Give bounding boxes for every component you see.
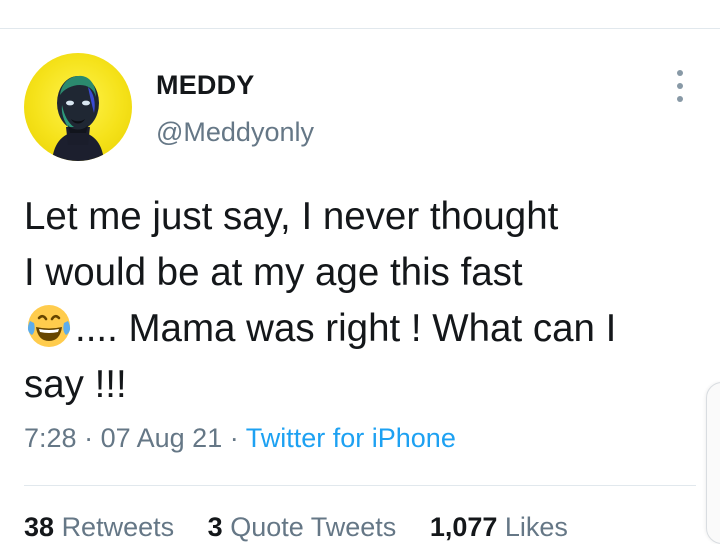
likes-count: 1,077 — [429, 512, 498, 542]
tweet-time: 7:28 — [24, 423, 77, 453]
more-dot — [677, 70, 683, 76]
tweet-source-link[interactable]: Twitter for iPhone — [246, 423, 456, 453]
retweets-count: 38 — [24, 512, 55, 542]
meta-separator: · — [229, 423, 239, 453]
more-dot — [677, 83, 683, 89]
tweet-text-line: I would be at my age this fast — [24, 251, 523, 294]
more-options-icon[interactable] — [670, 70, 690, 102]
tweet-text-line: Let me just say, I never thought — [24, 195, 559, 238]
tweet-meta: 7:28 · 07 Aug 21 · Twitter for iPhone — [24, 423, 456, 454]
tweet-text-line: say !!! — [24, 363, 127, 406]
tweet-text: Let me just say, I never thought I would… — [24, 189, 704, 413]
meta-divider — [24, 485, 696, 486]
retweets-stat[interactable]: 38 Retweets — [24, 512, 174, 542]
tweet-stats: 38 Retweets 3 Quote Tweets 1,077 Likes — [24, 512, 594, 543]
retweets-label: Retweets — [61, 512, 175, 542]
likes-stat[interactable]: 1,077 Likes — [430, 512, 568, 542]
avatar-portrait-icon — [52, 75, 104, 161]
quote-tweets-count: 3 — [207, 512, 223, 542]
floating-panel-edge[interactable] — [706, 382, 720, 544]
author-handle[interactable]: @Meddyonly — [156, 117, 314, 148]
quote-tweets-stat[interactable]: 3 Quote Tweets — [208, 512, 397, 542]
tweet-text-line-with-emoji: .... Mama was right ! What can I — [24, 301, 704, 357]
top-divider — [0, 28, 720, 29]
more-dot — [677, 96, 683, 102]
face-with-tears-of-joy-icon — [27, 305, 71, 347]
avatar[interactable] — [24, 53, 132, 161]
meta-separator: · — [84, 423, 94, 453]
likes-label: Likes — [504, 512, 568, 542]
tweet-text-line-remainder: .... Mama was right ! What can I — [75, 307, 617, 350]
author-display-name[interactable]: MEDDY — [156, 70, 255, 101]
quote-tweets-label: Quote Tweets — [230, 512, 397, 542]
tweet-date: 07 Aug 21 — [100, 423, 223, 453]
